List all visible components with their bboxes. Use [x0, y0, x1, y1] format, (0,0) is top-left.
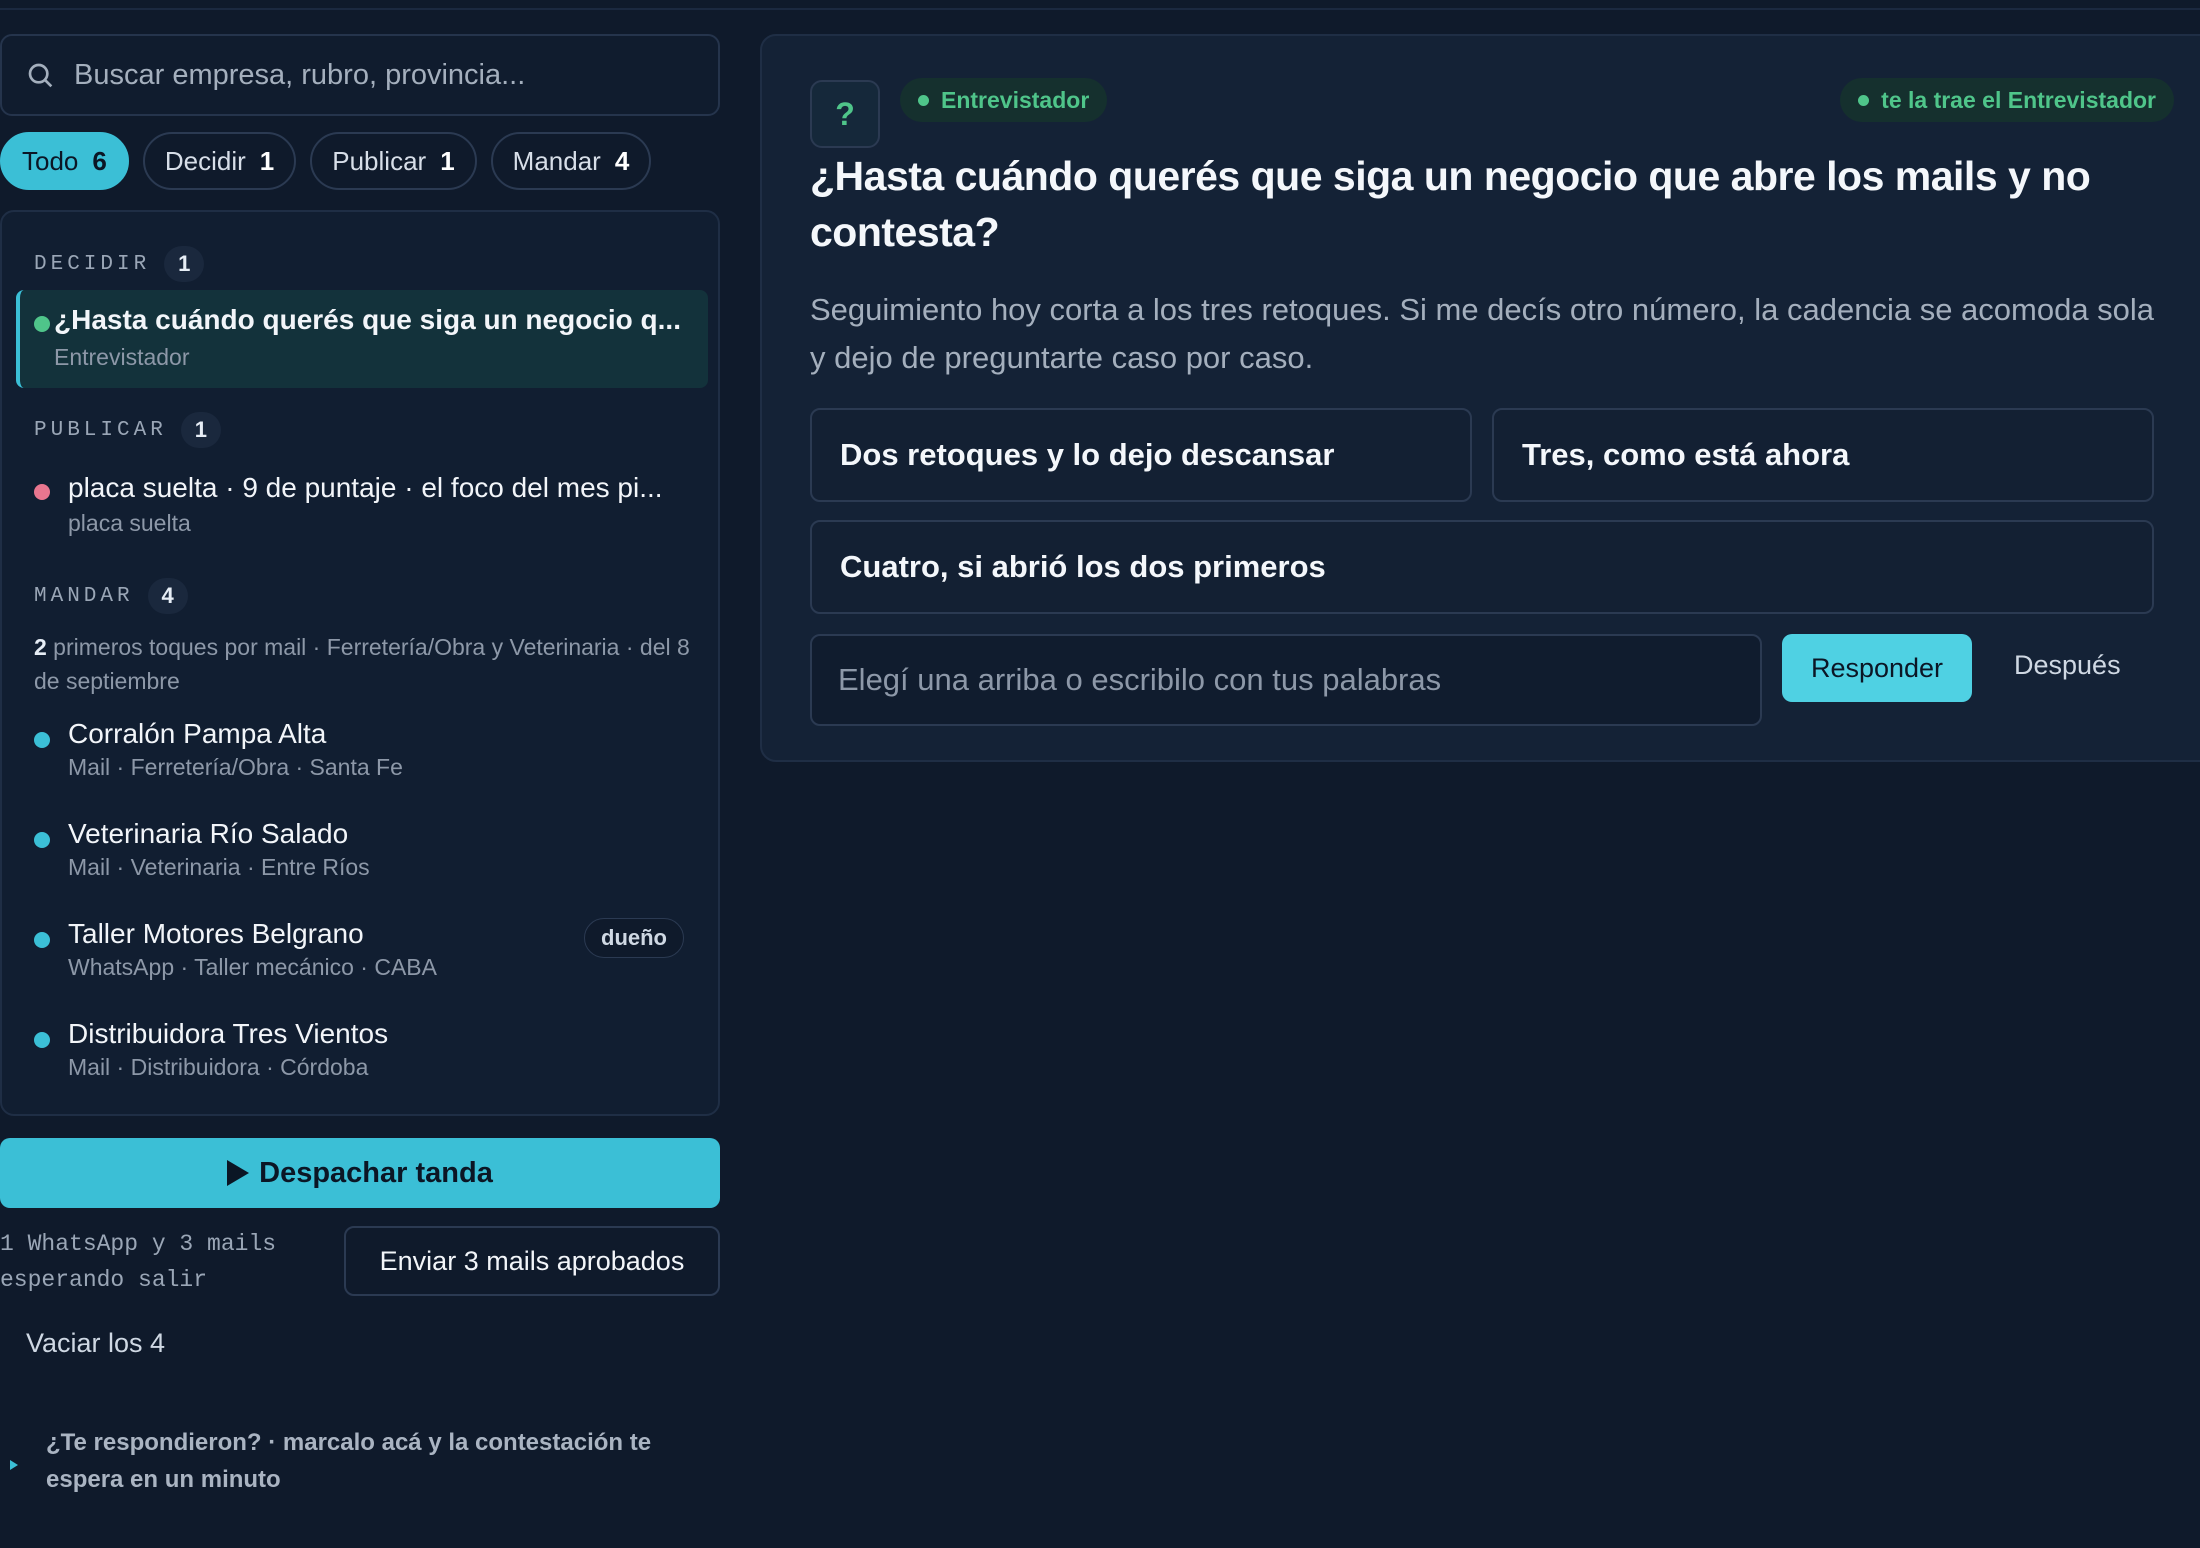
- respond-button[interactable]: Responder: [1782, 634, 1972, 702]
- status-dot: [34, 832, 50, 848]
- section-title: MANDAR: [34, 584, 134, 608]
- answer-input[interactable]: [810, 634, 1762, 726]
- question-mark-icon: ?: [810, 80, 880, 148]
- section-count-badge: 1: [180, 412, 221, 448]
- item-title: Distribuidora Tres Vientos: [68, 1018, 389, 1049]
- section-title: DECIDIR: [34, 252, 151, 276]
- search-input[interactable]: [74, 58, 694, 92]
- question-panel: ? Entrevistador te la trae el Entrevista…: [760, 34, 2200, 762]
- list-item[interactable]: Veterinaria Río Salado Mail · Veterinari…: [16, 814, 708, 888]
- section-count-badge: 1: [164, 246, 205, 282]
- item-subtitle: placa suelta: [68, 510, 191, 536]
- option-button[interactable]: Tres, como está ahora: [1492, 408, 2154, 502]
- option-button[interactable]: Cuatro, si abrió los dos primeros: [810, 520, 2154, 614]
- status-dot: [34, 932, 50, 948]
- status-dot: [34, 732, 50, 748]
- item-title: placa suelta · 9 de puntaje · el foco de…: [68, 472, 663, 503]
- list-item[interactable]: Distribuidora Tres Vientos Mail · Distri…: [16, 1014, 708, 1088]
- caret-right-icon: [10, 1460, 18, 1470]
- list-item[interactable]: Taller Motores Belgrano WhatsApp · Talle…: [16, 914, 708, 988]
- filter-todo[interactable]: Todo 6: [0, 132, 129, 190]
- section-decidir-heading: DECIDIR 1: [34, 246, 205, 282]
- section-mandar-heading: MANDAR 4: [34, 578, 188, 614]
- source-label: Entrevistador: [941, 86, 1090, 113]
- filter-publicar[interactable]: Publicar 1: [310, 132, 477, 190]
- filter-count: 1: [440, 145, 455, 176]
- filter-count: 4: [614, 145, 630, 176]
- origin-label: te la trae el Entrevistador: [1881, 86, 2156, 113]
- dispatch-label: Despachar tanda: [259, 1156, 493, 1189]
- filter-count: 6: [92, 145, 107, 176]
- status-dot: [918, 94, 929, 106]
- item-title: Corralón Pampa Alta: [68, 718, 327, 749]
- filter-label: Publicar: [332, 145, 427, 176]
- status-dot: [34, 1032, 50, 1048]
- empty-queue-button[interactable]: Vaciar los 4: [26, 1328, 165, 1359]
- batch-info-count: 2: [34, 634, 47, 660]
- dispatch-batch-button[interactable]: Despachar tanda: [0, 1138, 720, 1208]
- replied-text: ¿Te respondieron? · marcalo acá y la con…: [46, 1429, 652, 1493]
- item-subtitle: Entrevistador: [54, 344, 190, 370]
- play-icon: [227, 1160, 250, 1186]
- source-pill: Entrevistador: [900, 78, 1108, 122]
- batch-info: 2 primeros toques por mail · Ferretería/…: [34, 630, 694, 698]
- section-count-badge: 4: [147, 578, 188, 614]
- status-dot: [1858, 94, 1870, 106]
- owner-tag: dueño: [584, 918, 684, 958]
- filter-count: 1: [259, 145, 275, 176]
- item-title: Taller Motores Belgrano: [68, 918, 364, 949]
- send-approved-button[interactable]: Enviar 3 mails aprobados: [344, 1226, 720, 1296]
- filter-label: Todo: [22, 145, 79, 176]
- item-subtitle: Mail · Veterinaria · Entre Ríos: [68, 854, 370, 880]
- item-title: Veterinaria Río Salado: [68, 818, 349, 849]
- later-button[interactable]: Después: [2014, 650, 2121, 681]
- question-title: ¿Hasta cuándo querés que siga un negocio…: [810, 153, 2091, 255]
- filter-label: Mandar: [512, 145, 601, 176]
- list-item-decidir[interactable]: ¿Hasta cuándo querés que siga un negocio…: [16, 290, 708, 388]
- batch-info-text: primeros toques por mail · Ferretería/Ob…: [34, 634, 690, 694]
- queue-panel: DECIDIR 1 ¿Hasta cuándo querés que siga …: [0, 210, 720, 1116]
- filter-label: Decidir: [164, 145, 246, 176]
- waiting-status: 1 WhatsApp y 3 mails esperando salir: [0, 1231, 277, 1293]
- search-icon: [28, 63, 53, 88]
- filter-decidir[interactable]: Decidir 1: [142, 132, 297, 190]
- section-publicar-heading: PUBLICAR 1: [34, 412, 221, 448]
- search-bar[interactable]: [0, 34, 720, 116]
- list-item-publicar[interactable]: placa suelta · 9 de puntaje · el foco de…: [16, 466, 708, 550]
- status-dot: [34, 484, 50, 500]
- status-dot: [34, 316, 50, 332]
- item-subtitle: Mail · Distribuidora · Córdoba: [68, 1054, 369, 1080]
- item-subtitle: WhatsApp · Taller mecánico · CABA: [68, 954, 437, 980]
- section-title: PUBLICAR: [34, 418, 167, 442]
- origin-pill: te la trae el Entrevistador: [1840, 78, 2174, 122]
- list-item[interactable]: Corralón Pampa Alta Mail · Ferretería/Ob…: [16, 714, 708, 788]
- item-title: ¿Hasta cuándo querés que siga un negocio…: [54, 304, 681, 335]
- filter-chips: Todo 6 Decidir 1 Publicar 1 Mandar 4: [0, 132, 720, 190]
- question-description: Seguimiento hoy corta a los tres retoque…: [810, 292, 2155, 375]
- top-divider: [0, 0, 2200, 10]
- item-subtitle: Mail · Ferretería/Obra · Santa Fe: [68, 754, 403, 780]
- left-column: Todo 6 Decidir 1 Publicar 1 Mandar 4 DEC…: [0, 34, 720, 1116]
- option-button[interactable]: Dos retoques y lo dejo descansar: [810, 408, 1472, 502]
- filter-mandar[interactable]: Mandar 4: [490, 132, 652, 190]
